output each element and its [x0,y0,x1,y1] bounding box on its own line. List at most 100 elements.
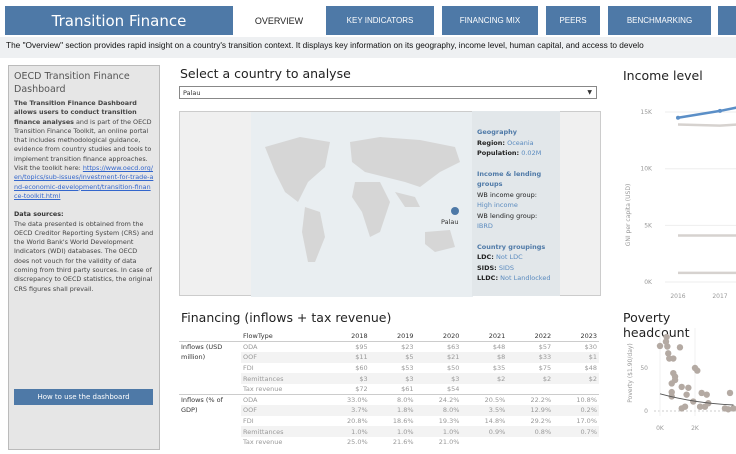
flowtype-cell: ODA [243,343,258,352]
value-cell: $2 [461,373,508,384]
marker-label: Palau [441,218,459,226]
y-tick-label: 10K [640,166,653,173]
scatter-point [668,380,675,387]
value-cell: $72 [355,385,368,394]
tab-key-indicators[interactable]: KEY INDICATORS [326,6,434,35]
value-cell: 20.8% [347,417,368,426]
country-dropdown[interactable]: Palau ▼ [179,86,597,99]
tab-overview[interactable]: OVERVIEW [240,6,318,35]
flowtype-cell: OOF [241,352,324,363]
table-row: FDI $60 $53 $50 $35 $75 $48 [179,363,599,374]
value-cell: $3 [415,373,462,384]
value-cell: 0.9% [461,426,508,437]
value-cell: $54 [446,385,460,394]
flowtype-header: FlowType [243,332,273,341]
lending-value: IBRD [477,222,493,230]
table-row: Tax revenue $72 $61 $54 [179,384,599,395]
table-row: FDI 20.8% 18.6% 19.3% 14.8% 29.2% 17.0% [179,416,599,427]
table-row: Remittances $3 $3 $3 $2 $2 $2 [179,373,599,384]
value-cell: $48 [584,364,597,373]
value-cell: 0.7% [553,426,599,437]
value-cell: $8 [461,352,508,363]
table-row: Inflows (USD million) ODA $95 $23 $63 $48 $57 $… [179,341,599,361]
income-level-title: Income level [623,68,703,83]
x-tick-label: 2K [691,425,700,432]
x-tick-label: 2016 [670,293,685,300]
value-cell: 10.8% [576,396,597,405]
tab-more[interactable] [718,6,736,35]
income-value: High income [477,201,518,209]
group-label: Inflows (USD million) [181,343,223,362]
year-header: 2023 [580,332,597,341]
value-cell: 14.8% [484,417,506,426]
value-cell: $30 [584,343,597,352]
triangle-down-icon: ▼ [587,89,592,96]
scatter-point [681,403,689,410]
sidebar-title: OECD Transition Finance Dashboard [14,71,130,95]
value-cell: $23 [401,343,414,352]
country-selector-title: Select a country to analyse [180,66,351,81]
sidebar-intro: The Transition Finance Dashboard allows … [14,99,154,201]
lldc-label: LLDC: [477,274,499,282]
scatter-point [694,367,701,374]
table-row: OOF 3.7% 1.8% 8.0% 3.5% 12.9% 0.2% [179,405,599,416]
value-cell [553,437,599,448]
value-cell [461,384,507,395]
scatter-point [726,389,734,397]
value-cell [507,437,553,448]
income-label: WB income group: [477,190,537,199]
value-cell: $50 [446,364,460,373]
country-groupings-title: Country groupings [477,242,546,251]
data-point [718,108,722,113]
income-groups-title: Income & lending groups [477,169,542,189]
y-tick-label: 0K [644,279,653,286]
tab-peers[interactable]: PEERS [546,6,600,35]
value-cell: 25.0% [347,438,368,447]
value-cell [461,437,507,448]
year-header: 2021 [488,332,506,341]
value-cell: 19.3% [438,417,460,426]
flowtype-cell: FDI [243,364,254,373]
tab-benchmarking[interactable]: BENCHMARKING [608,6,711,35]
value-cell [507,384,553,395]
series-line [677,123,736,127]
value-cell: 33.0% [347,396,368,405]
group-header [179,331,241,342]
year-header: 2019 [397,332,414,341]
value-cell: 21.6% [392,438,414,447]
financing-table: FlowType 2018 2019 2020 2021 2022 2023 I… [179,331,599,448]
value-cell: 20.5% [484,396,506,405]
sids-label: SIDS: [477,263,497,272]
lending-label: WB lending group: [477,211,538,220]
value-cell: 18.6% [392,417,414,426]
value-cell: 17.0% [576,417,597,426]
value-cell: $75 [538,364,552,373]
table-row: Inflows (% of GDP) ODA 33.0% 8.0% 24.2% 20.5%… [179,394,599,414]
value-cell: $21 [415,352,462,363]
value-cell: $60 [355,364,368,373]
income-y-label: GNI per capita (USD) [625,184,632,247]
flowtype-cell: Remittances [241,426,324,437]
financing-title: Financing (inflows + tax revenue) [181,310,392,325]
how-to-use-button[interactable]: How to use the dashboard [14,389,153,405]
region-label: Region: [477,138,505,147]
y-tick-label: 15K [640,109,653,116]
financing-table-wrap: FlowType 2018 2019 2020 2021 2022 2023 I… [179,331,599,448]
palau-marker[interactable] [451,207,459,215]
app-title: Transition Finance [5,6,233,35]
scatter-point [685,384,692,391]
value-cell: $2 [507,373,554,384]
sids-value: SIDS [498,263,515,272]
scatter-point [683,391,690,398]
value-cell: $63 [446,343,460,352]
scatter-point [656,342,664,350]
flowtype-cell: OOF [241,405,324,416]
value-cell: $2 [553,373,599,384]
sources-title: Data sources: [14,210,64,219]
value-cell: 0.8% [507,426,554,437]
scatter-point [664,343,671,350]
tab-financing-mix[interactable]: FINANCING MIX [442,6,538,35]
value-cell: $53 [401,364,414,373]
value-cell: 3.7% [323,405,370,416]
flowtype-cell: Tax revenue [243,385,283,394]
